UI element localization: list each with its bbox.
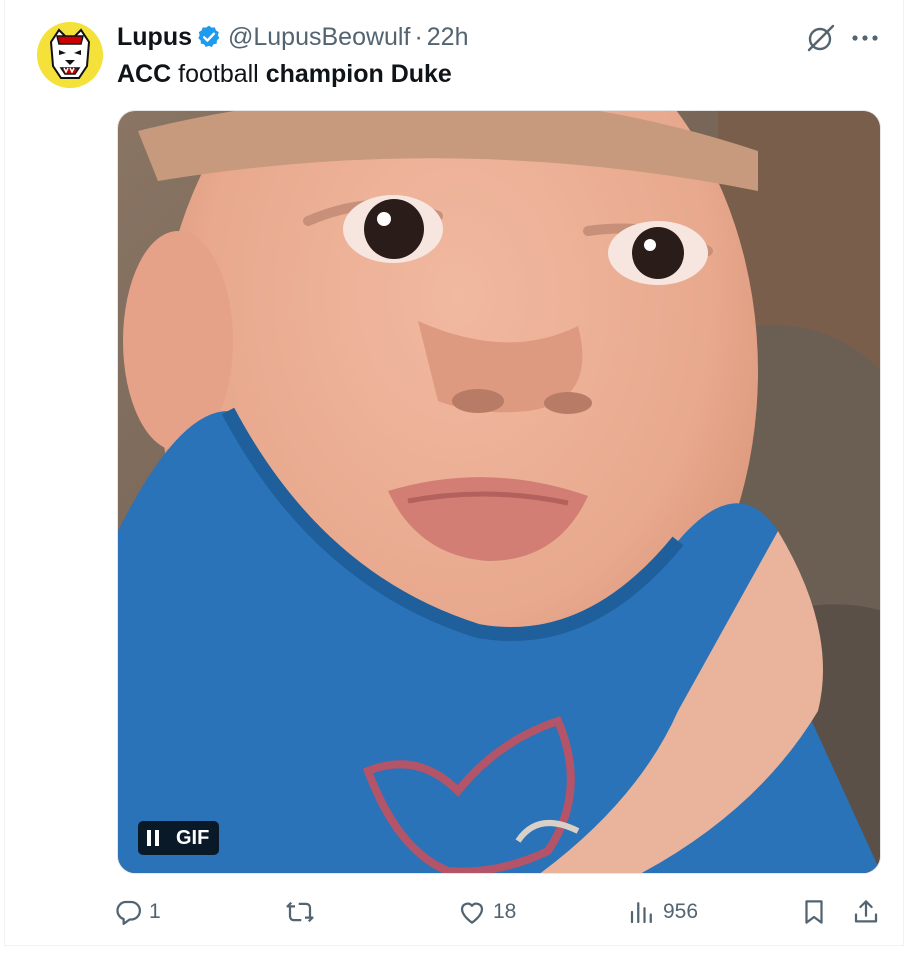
author-name[interactable]: Lupus	[117, 23, 192, 52]
tweet-text: ACC football champion Duke	[117, 58, 452, 90]
tweet-header: Lupus @LupusBeowulf · 22h	[117, 22, 468, 52]
reply-button[interactable]: 1	[113, 892, 161, 932]
separator-dot: ·	[414, 22, 423, 51]
heart-icon	[460, 902, 484, 924]
gif-badge: GIF	[138, 821, 220, 855]
wolf-mascot-icon	[37, 22, 103, 88]
more-options-button[interactable]	[849, 26, 881, 50]
author-handle[interactable]: @LupusBeowulf	[228, 23, 410, 52]
share-button[interactable]	[851, 892, 881, 932]
reply-count: 1	[149, 900, 161, 923]
pause-button[interactable]	[138, 821, 168, 855]
grok-icon	[807, 24, 835, 52]
action-bar: 1 18 956	[5, 892, 903, 932]
tweet-text-part: champion Duke	[265, 60, 452, 88]
like-button[interactable]: 18	[457, 892, 516, 932]
views-count: 956	[663, 900, 699, 923]
views-button[interactable]: 956	[627, 892, 698, 932]
tweet-text-part: ACC	[117, 60, 172, 88]
views-icon	[630, 902, 652, 924]
gif-media[interactable]: GIF	[117, 110, 881, 874]
like-count: 18	[493, 900, 517, 923]
crying-child-gif-image	[118, 111, 880, 873]
timestamp[interactable]: 22h	[427, 23, 469, 52]
tweet-card[interactable]: Lupus @LupusBeowulf · 22h ACC football c…	[4, 0, 904, 946]
more-icon	[852, 35, 878, 41]
tweet-text-part: football	[171, 60, 266, 88]
pause-icon	[147, 830, 151, 846]
share-icon	[854, 900, 878, 923]
avatar[interactable]	[37, 22, 103, 88]
bookmark-icon	[805, 900, 823, 924]
bookmark-button[interactable]	[799, 892, 829, 932]
reply-icon	[116, 900, 141, 925]
verified-badge-icon	[198, 25, 220, 47]
repost-button[interactable]	[285, 892, 321, 932]
repost-icon	[286, 901, 314, 923]
pause-icon-bar	[155, 830, 159, 846]
grok-button[interactable]	[805, 22, 837, 54]
gif-label: GIF	[176, 826, 210, 849]
